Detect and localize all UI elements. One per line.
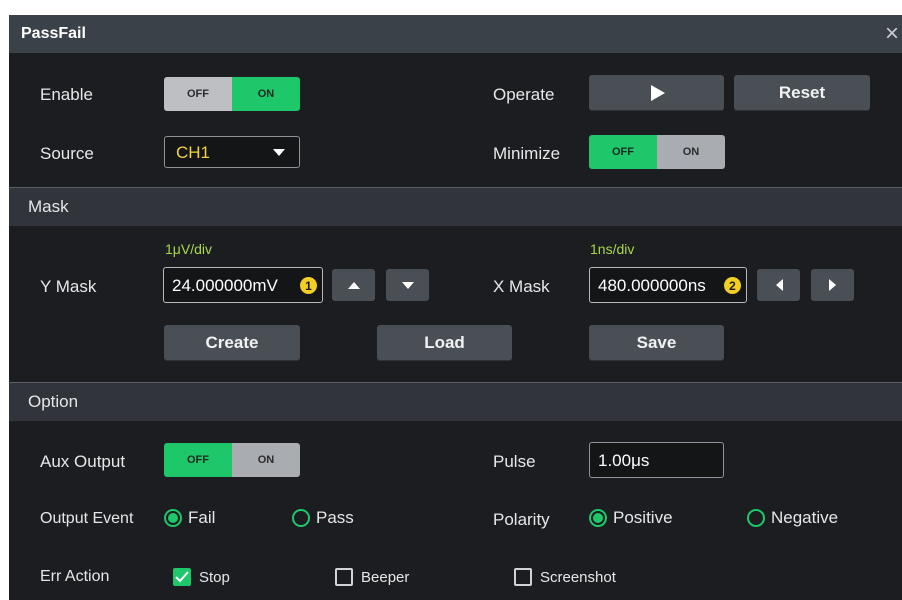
- x-mask-label: X Mask: [493, 277, 550, 296]
- radio-empty-icon: [292, 509, 310, 527]
- polarity-positive-radio[interactable]: Positive: [589, 508, 673, 528]
- y-mask-down-button[interactable]: [386, 269, 429, 301]
- y-mask-input[interactable]: 24.000000mV 1: [163, 267, 323, 303]
- create-button[interactable]: Create: [164, 325, 300, 361]
- x-scale-label: 1ns/div: [590, 241, 635, 257]
- source-select[interactable]: CH1: [164, 136, 300, 168]
- y-mask-value: 24.000000mV: [172, 276, 278, 295]
- err-beeper-label: Beeper: [361, 568, 410, 586]
- y-mask-up-button[interactable]: [332, 269, 375, 301]
- reset-button[interactable]: Reset: [734, 75, 870, 111]
- save-button[interactable]: Save: [589, 325, 724, 361]
- pulse-label: Pulse: [493, 452, 536, 471]
- enable-label: Enable: [40, 85, 93, 104]
- err-stop-label: Stop: [199, 568, 230, 586]
- output-event-fail-radio[interactable]: Fail: [164, 508, 215, 528]
- triangle-down-icon: [401, 282, 414, 289]
- minimize-toggle[interactable]: OFF ON: [589, 135, 725, 169]
- err-screenshot-label: Screenshot: [540, 568, 616, 586]
- polarity-negative-radio[interactable]: Negative: [747, 508, 838, 528]
- radio-selected-icon: [164, 509, 182, 527]
- checkbox-empty-icon: [335, 568, 353, 586]
- polarity-negative-label: Negative: [771, 508, 839, 527]
- option-section-header: Option: [9, 382, 902, 421]
- source-label: Source: [40, 144, 94, 163]
- err-beeper-checkbox[interactable]: Beeper: [335, 568, 409, 586]
- passfail-dialog: PassFail × Enable OFF ON Operate Reset S…: [9, 15, 902, 600]
- enable-toggle-on[interactable]: ON: [232, 77, 300, 111]
- minimize-label: Minimize: [493, 144, 561, 163]
- pulse-input[interactable]: 1.00μs: [589, 442, 724, 478]
- x-mask-right-button[interactable]: [811, 269, 854, 301]
- checkbox-checked-icon: [173, 568, 191, 586]
- x-mask-value: 480.000000ns: [598, 276, 706, 295]
- output-event-pass-label: Pass: [316, 508, 354, 527]
- aux-toggle-on[interactable]: ON: [232, 443, 300, 477]
- option-section-label: Option: [28, 392, 79, 411]
- y-mask-label: Y Mask: [40, 277, 97, 296]
- enable-toggle-off[interactable]: OFF: [164, 77, 232, 111]
- polarity-positive-label: Positive: [613, 508, 673, 527]
- title-bar: PassFail ×: [9, 15, 902, 53]
- load-button[interactable]: Load: [377, 325, 512, 361]
- radio-selected-icon: [589, 509, 607, 527]
- aux-toggle-off[interactable]: OFF: [164, 443, 232, 477]
- polarity-label: Polarity: [493, 510, 550, 529]
- err-action-label: Err Action: [40, 568, 110, 585]
- mask-section-label: Mask: [28, 197, 69, 216]
- mask-section-header: Mask: [9, 187, 902, 226]
- aux-output-toggle[interactable]: OFF ON: [164, 443, 300, 477]
- close-icon[interactable]: ×: [885, 21, 902, 47]
- x-mask-left-button[interactable]: [757, 269, 800, 301]
- enable-toggle[interactable]: OFF ON: [164, 77, 300, 111]
- source-value: CH1: [176, 143, 211, 162]
- checkbox-empty-icon: [514, 568, 532, 586]
- minimize-toggle-on[interactable]: ON: [657, 135, 725, 169]
- radio-empty-icon: [747, 509, 765, 527]
- output-event-label: Output Event: [40, 510, 134, 527]
- dialog-title: PassFail: [21, 25, 86, 42]
- minimize-toggle-off[interactable]: OFF: [589, 135, 657, 169]
- pulse-value: 1.00μs: [598, 451, 650, 470]
- y-scale-label: 1μV/div: [165, 241, 212, 257]
- output-event-fail-label: Fail: [188, 508, 216, 527]
- output-event-pass-radio[interactable]: Pass: [292, 508, 354, 528]
- err-screenshot-checkbox[interactable]: Screenshot: [514, 568, 616, 586]
- chevron-down-icon: [273, 149, 285, 156]
- play-icon: [650, 85, 665, 101]
- triangle-left-icon: [775, 279, 783, 291]
- triangle-right-icon: [828, 279, 836, 291]
- triangle-up-icon: [347, 282, 360, 289]
- operate-play-button[interactable]: [589, 75, 724, 111]
- operate-label: Operate: [493, 85, 555, 104]
- err-stop-checkbox[interactable]: Stop: [173, 568, 230, 586]
- knob-1-badge: 1: [300, 277, 317, 294]
- aux-output-label: Aux Output: [40, 452, 126, 471]
- x-mask-input[interactable]: 480.000000ns 2: [589, 267, 747, 303]
- knob-2-badge: 2: [724, 277, 741, 294]
